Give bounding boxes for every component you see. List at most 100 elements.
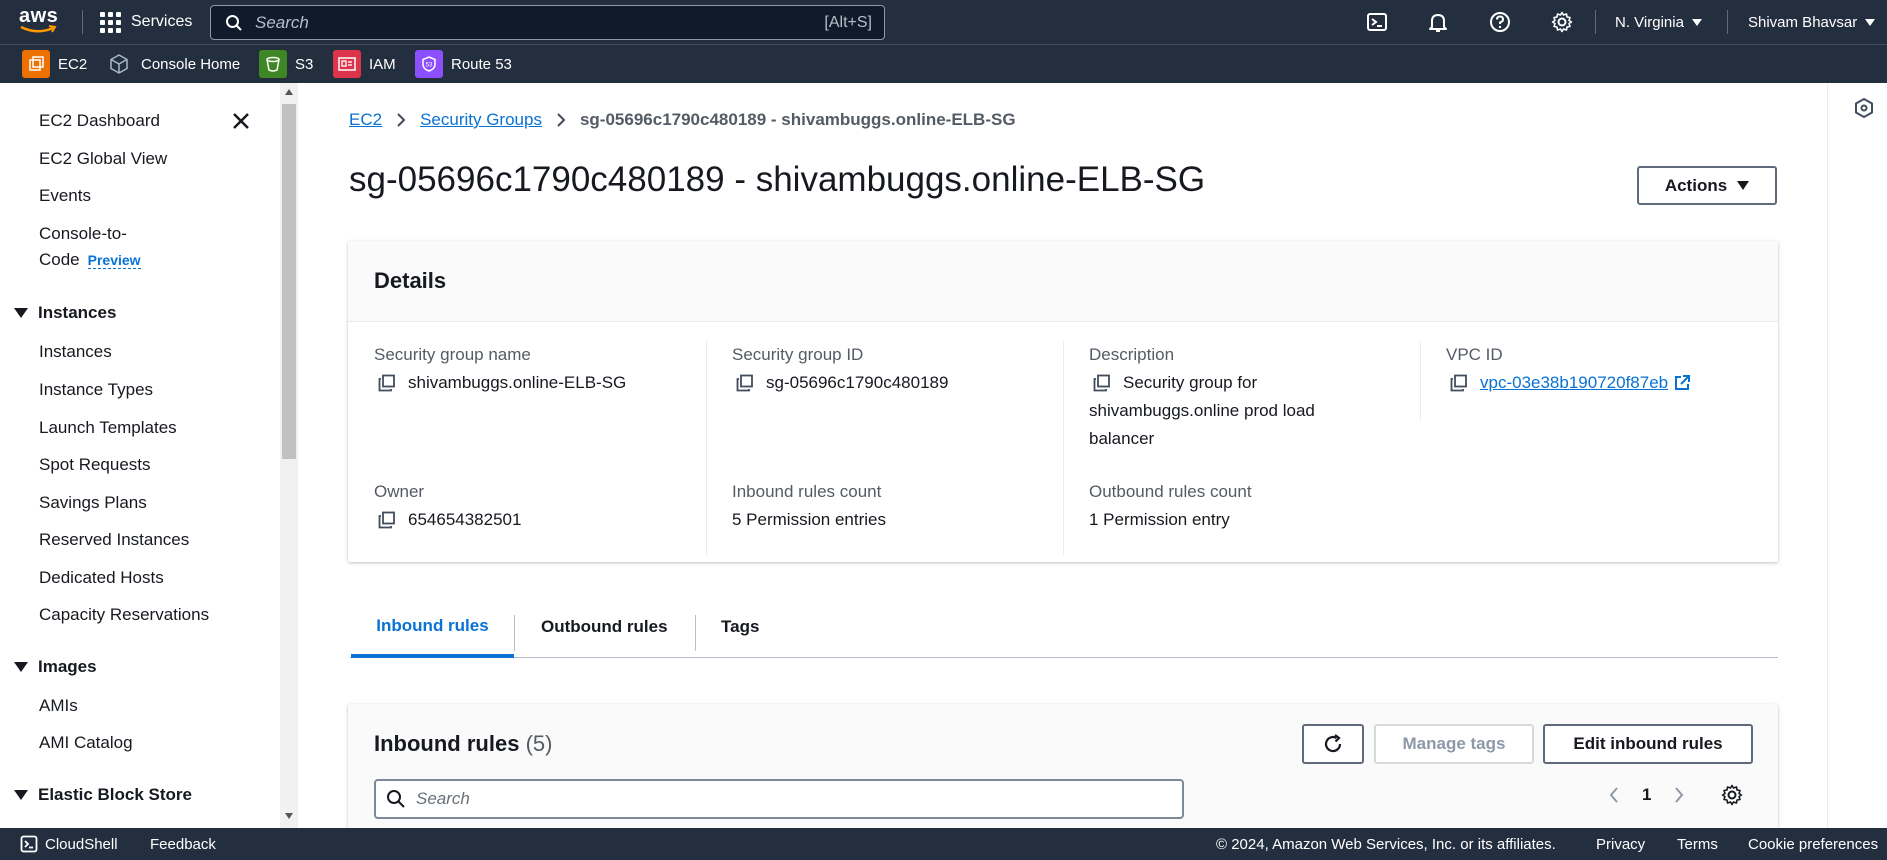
page-title: sg-05696c1790c480189 - shivambuggs.onlin… bbox=[349, 160, 1206, 199]
breadcrumb-ec2-link[interactable]: EC2 bbox=[349, 110, 382, 130]
nav-divider bbox=[1727, 10, 1728, 34]
scroll-up-arrow-icon[interactable] bbox=[285, 89, 293, 95]
help-icon[interactable] bbox=[1489, 11, 1511, 33]
sidebar-item-ec2-dashboard[interactable]: EC2 Dashboard bbox=[39, 111, 160, 131]
caret-down-icon bbox=[14, 308, 28, 318]
nav-divider bbox=[1595, 10, 1596, 34]
sidebar-item-launch-templates[interactable]: Launch Templates bbox=[39, 418, 177, 438]
copy-icon[interactable] bbox=[378, 374, 396, 392]
inbound-rules-count: (5) bbox=[525, 731, 553, 756]
owner-label: Owner bbox=[374, 482, 425, 501]
global-search-input[interactable] bbox=[255, 12, 825, 33]
caret-down-icon bbox=[14, 662, 28, 672]
favorite-ec2[interactable]: EC2 bbox=[22, 50, 87, 78]
sidebar-item-instances[interactable]: Instances bbox=[39, 342, 112, 362]
services-menu-button[interactable]: Services bbox=[100, 0, 192, 44]
footer-privacy-link[interactable]: Privacy bbox=[1596, 836, 1645, 853]
favorite-console-home[interactable]: Console Home bbox=[105, 50, 240, 78]
preferences-gear-icon[interactable] bbox=[1721, 784, 1743, 806]
info-panel-icon[interactable] bbox=[1853, 97, 1875, 119]
sidebar-item-capacity-reservations[interactable]: Capacity Reservations bbox=[39, 605, 209, 625]
tab-inbound-rules[interactable]: Inbound rules bbox=[351, 598, 514, 658]
sidebar-item-ami-catalog[interactable]: AMI Catalog bbox=[39, 733, 133, 753]
details-panel: Details Security group name shivambuggs.… bbox=[348, 241, 1778, 562]
footer-cookie-preferences-link[interactable]: Cookie preferences bbox=[1748, 836, 1878, 853]
sidebar-section-elastic-block-store[interactable]: Elastic Block Store bbox=[14, 785, 192, 805]
sidebar-item-console-to-code[interactable]: Console-to- Code Preview bbox=[39, 224, 141, 270]
inbound-rules-panel: Inbound rules (5) Manage tags Edit inbou… bbox=[348, 704, 1778, 828]
sidebar-item-dedicated-hosts[interactable]: Dedicated Hosts bbox=[39, 568, 164, 588]
description-text: Security group for bbox=[1123, 373, 1258, 392]
copy-icon[interactable] bbox=[1450, 374, 1468, 392]
tab-outbound-rules[interactable]: Outbound rules bbox=[541, 598, 668, 656]
caret-down-icon bbox=[14, 790, 28, 800]
favorite-route53[interactable]: 53 Route 53 bbox=[415, 50, 512, 78]
sidebar-item-spot-requests[interactable]: Spot Requests bbox=[39, 455, 151, 475]
favorite-iam[interactable]: IAM bbox=[333, 50, 396, 78]
notifications-bell-icon[interactable] bbox=[1427, 11, 1449, 33]
account-menu[interactable]: Shivam Bhavsar bbox=[1748, 0, 1876, 44]
copy-icon[interactable] bbox=[1093, 374, 1111, 392]
sidebar-section-instances[interactable]: Instances bbox=[14, 303, 116, 323]
manage-tags-button[interactable]: Manage tags bbox=[1374, 724, 1534, 764]
edit-inbound-rules-button[interactable]: Edit inbound rules bbox=[1543, 724, 1753, 764]
refresh-button[interactable] bbox=[1302, 724, 1364, 764]
settings-gear-icon[interactable] bbox=[1551, 11, 1573, 33]
sidebar-section-images[interactable]: Images bbox=[14, 657, 97, 677]
pagination: 1 bbox=[1608, 784, 1743, 806]
owner-text: 654654382501 bbox=[408, 510, 522, 529]
cloudshell-icon[interactable] bbox=[20, 835, 38, 853]
favorite-label: EC2 bbox=[58, 55, 88, 73]
inbound-rules-title: Inbound rules bbox=[374, 731, 520, 756]
chevron-left-icon[interactable] bbox=[1608, 785, 1620, 805]
description-text: balancer bbox=[1089, 429, 1155, 448]
inbound-rules-search-input[interactable] bbox=[416, 789, 1182, 809]
close-icon[interactable] bbox=[230, 110, 252, 132]
favorite-label: IAM bbox=[369, 55, 396, 73]
footer-copyright: © 2024, Amazon Web Services, Inc. or its… bbox=[1216, 836, 1556, 853]
global-search[interactable]: [Alt+S] bbox=[210, 5, 885, 40]
sidebar-item-label: Console-to- bbox=[39, 224, 127, 243]
cube-icon bbox=[105, 50, 133, 78]
refresh-icon bbox=[1324, 734, 1342, 753]
sidebar-item-instance-types[interactable]: Instance Types bbox=[39, 380, 153, 400]
tab-divider bbox=[514, 615, 515, 651]
region-selector[interactable]: N. Virginia bbox=[1615, 0, 1702, 44]
ec2-sidebar: EC2 Dashboard EC2 Global View Events Con… bbox=[0, 83, 282, 828]
actions-button[interactable]: Actions bbox=[1637, 166, 1777, 205]
favorite-label: Console Home bbox=[141, 55, 241, 73]
copy-icon[interactable] bbox=[736, 374, 754, 392]
owner-value: 654654382501 bbox=[378, 506, 521, 534]
chevron-right-icon[interactable] bbox=[1673, 785, 1685, 805]
external-link-icon[interactable] bbox=[1673, 374, 1691, 392]
inbound-rules-search[interactable] bbox=[374, 779, 1184, 819]
footer-terms-link[interactable]: Terms bbox=[1677, 836, 1718, 853]
sidebar-item-amis[interactable]: AMIs bbox=[39, 696, 78, 716]
sidebar-item-events[interactable]: Events bbox=[39, 186, 91, 206]
services-label: Services bbox=[131, 13, 193, 30]
region-label: N. Virginia bbox=[1615, 13, 1684, 31]
tab-tags[interactable]: Tags bbox=[721, 598, 759, 656]
footer-feedback-link[interactable]: Feedback bbox=[150, 836, 216, 853]
favorite-s3[interactable]: S3 bbox=[259, 50, 313, 78]
sidebar-item-reserved-instances[interactable]: Reserved Instances bbox=[39, 530, 189, 550]
preview-badge-link[interactable]: Preview bbox=[87, 252, 141, 269]
sidebar-item-ec2-global-view[interactable]: EC2 Global View bbox=[39, 149, 167, 169]
scroll-down-arrow-icon[interactable] bbox=[285, 813, 293, 819]
vpc-id-link[interactable]: vpc-03e38b190720f87eb bbox=[1480, 369, 1668, 397]
section-label: Images bbox=[38, 657, 97, 676]
column-divider bbox=[1420, 341, 1421, 421]
cloudshell-icon[interactable] bbox=[1366, 11, 1388, 33]
page-number[interactable]: 1 bbox=[1642, 785, 1651, 805]
sidebar-item-savings-plans[interactable]: Savings Plans bbox=[39, 493, 147, 513]
caret-down-icon bbox=[1737, 181, 1750, 190]
chevron-right-icon bbox=[397, 113, 406, 127]
breadcrumb-security-groups-link[interactable]: Security Groups bbox=[420, 110, 542, 130]
footer-cloudshell-link[interactable]: CloudShell bbox=[45, 836, 118, 853]
sidebar-scroll-thumb[interactable] bbox=[282, 104, 296, 459]
aws-logo[interactable]: aws bbox=[19, 6, 63, 38]
aws-smile-icon bbox=[20, 25, 57, 33]
copy-icon[interactable] bbox=[378, 511, 396, 529]
description-label: Description bbox=[1089, 345, 1175, 364]
search-icon bbox=[387, 790, 405, 808]
